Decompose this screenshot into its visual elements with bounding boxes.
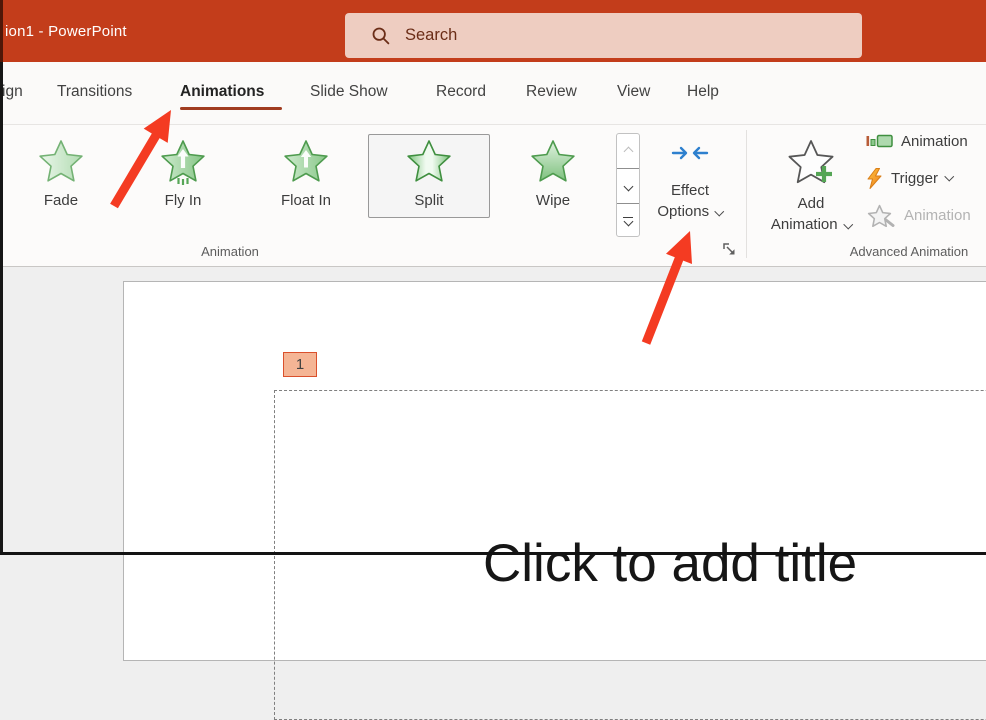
effect-options-icon	[671, 146, 709, 160]
tab-slide-show[interactable]: Slide Show	[310, 62, 388, 122]
float-in-star-icon	[284, 140, 328, 182]
effect-options-label-line2: Options	[657, 201, 724, 222]
tab-help[interactable]: Help	[687, 62, 719, 122]
gallery-item-label: Fade	[43, 192, 79, 209]
split-star-icon	[407, 140, 451, 182]
add-animation-label-line1: Add	[797, 195, 825, 212]
tab-design-truncated[interactable]: ign	[2, 62, 23, 122]
animation-pane-icon	[866, 134, 893, 148]
tab-transitions[interactable]: Transitions	[57, 62, 132, 122]
dialog-launcher-icon	[723, 243, 735, 255]
animation-painter-button: Animation	[866, 199, 971, 231]
fly-in-star-icon	[161, 140, 205, 185]
animation-wipe-button[interactable]: Wipe	[492, 134, 614, 218]
chevron-down-icon	[944, 171, 954, 181]
add-animation-label-line2: Animation	[771, 214, 853, 235]
window-left-edge	[0, 0, 3, 555]
effect-options-label-line1: Effect	[670, 182, 710, 199]
tab-record[interactable]: Record	[436, 62, 486, 122]
tab-animations[interactable]: Animations	[180, 62, 264, 122]
title-placeholder-box[interactable]: Click to add title	[274, 390, 986, 720]
search-box[interactable]: Search	[345, 13, 862, 58]
gallery-scrollbar	[616, 133, 640, 237]
titlebar: ion1 - PowerPoint Search	[0, 0, 986, 62]
animation-pane-button[interactable]: Animation	[866, 125, 968, 157]
gallery-item-label: Wipe	[535, 192, 571, 209]
chevron-down-icon	[714, 206, 724, 216]
gallery-item-label: Fly In	[164, 192, 202, 209]
search-label: Search	[405, 26, 458, 44]
wipe-star-icon	[531, 140, 575, 182]
tab-view[interactable]: View	[617, 62, 650, 122]
animation-fly-in-button[interactable]: Fly In	[122, 134, 244, 218]
ribbon: Fade Fly In Float In Split Wipe Effect O…	[0, 125, 986, 267]
animation-number-badge[interactable]: 1	[283, 352, 317, 377]
animation-float-in-button[interactable]: Float In	[245, 134, 367, 218]
animation-dialog-launcher-button[interactable]	[723, 243, 739, 259]
trigger-button[interactable]: Trigger	[866, 162, 954, 194]
lightning-bolt-icon	[867, 167, 882, 189]
active-tab-underline	[180, 107, 282, 110]
animation-painter-star-icon	[867, 204, 895, 227]
title-placeholder-text: Click to add title	[483, 534, 858, 593]
chevron-down-icon	[843, 219, 853, 229]
editor-canvas: 1 Click to add title	[0, 267, 986, 720]
chevron-up-icon	[623, 146, 633, 156]
gallery-item-label: Split	[414, 192, 444, 209]
trigger-label: Trigger	[891, 169, 938, 187]
animation-painter-label: Animation	[904, 206, 971, 224]
slide[interactable]: 1 Click to add title	[123, 281, 986, 720]
fade-star-icon	[39, 140, 83, 182]
advanced-animation-group-label: Advanced Animation	[849, 244, 969, 259]
chevron-down-icon	[623, 216, 633, 227]
animation-group-label: Animation	[201, 244, 259, 259]
animation-pane-label: Animation	[901, 132, 968, 150]
animation-split-button[interactable]: Split	[368, 134, 490, 218]
animation-fade-button[interactable]: Fade	[0, 134, 122, 218]
gallery-item-label: Float In	[280, 192, 332, 209]
add-animation-button[interactable]: Add Animation	[761, 132, 861, 260]
window-title: ion1 - PowerPoint	[5, 22, 127, 40]
chevron-down-icon	[623, 181, 633, 191]
gallery-scroll-down-button[interactable]	[617, 168, 639, 203]
add-animation-star-icon	[788, 140, 834, 184]
gallery-more-button[interactable]	[617, 203, 639, 236]
group-separator	[746, 130, 747, 258]
search-icon	[371, 26, 391, 46]
gallery-scroll-up-button[interactable]	[617, 134, 639, 168]
ribbon-tab-row: ign Transitions Animations Slide Show Re…	[0, 62, 986, 125]
effect-options-button[interactable]: Effect Options	[650, 132, 730, 260]
tab-review[interactable]: Review	[526, 62, 577, 122]
